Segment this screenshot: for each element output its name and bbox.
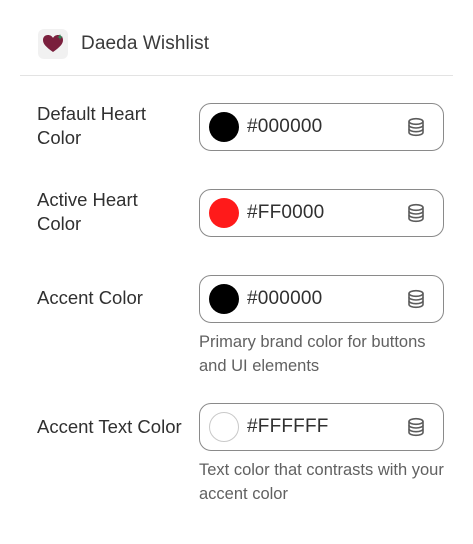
app-header: Daeda Wishlist <box>38 26 209 62</box>
color-swatch[interactable] <box>209 412 239 442</box>
setting-label: Default Heart Color <box>37 103 146 148</box>
color-swatch[interactable] <box>209 198 239 228</box>
app-title: Daeda Wishlist <box>81 33 210 54</box>
color-field-default-heart[interactable]: #000000 <box>199 103 444 151</box>
database-icon[interactable] <box>405 416 427 438</box>
color-field-active-heart[interactable]: #FF0000 <box>199 189 444 237</box>
color-field-accent-text[interactable]: #FFFFFF <box>199 403 444 451</box>
database-icon[interactable] <box>405 202 427 224</box>
header-divider <box>20 75 453 76</box>
color-value[interactable]: #FF0000 <box>247 202 405 224</box>
database-icon[interactable] <box>405 116 427 138</box>
color-field-accent[interactable]: #000000 <box>199 275 444 323</box>
setting-label: Active Heart Color <box>37 189 138 234</box>
heart-app-icon <box>38 29 68 59</box>
color-value[interactable]: #000000 <box>247 288 405 310</box>
color-value[interactable]: #000000 <box>247 116 405 138</box>
color-value[interactable]: #FFFFFF <box>247 416 405 438</box>
database-icon[interactable] <box>405 288 427 310</box>
help-text: Text color that contrasts with your acce… <box>199 461 444 503</box>
color-swatch[interactable] <box>209 112 239 142</box>
color-swatch[interactable] <box>209 284 239 314</box>
setting-label: Accent Text Color <box>37 416 182 437</box>
help-text: Primary brand color for buttons and UI e… <box>199 333 426 375</box>
setting-label: Accent Color <box>37 287 143 308</box>
